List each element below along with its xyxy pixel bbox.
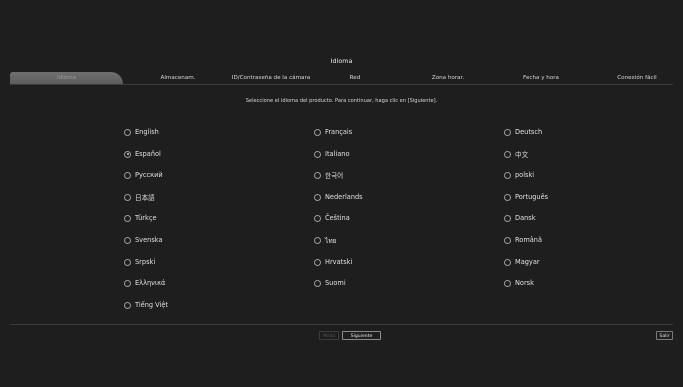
language-label: Čeština: [325, 214, 350, 222]
tab-divider: [10, 84, 673, 85]
page-title: Idioma: [330, 57, 353, 65]
tab-fecha-hora[interactable]: Fecha y hora: [508, 72, 574, 84]
language-label: ไทย: [325, 236, 337, 245]
language-label: 中文: [515, 151, 529, 159]
radio-icon[interactable]: [504, 279, 511, 287]
language-option[interactable]: Deutsch: [504, 127, 542, 137]
language-label: 日本語: [135, 194, 155, 202]
language-label: Magyar: [515, 258, 540, 266]
language-option[interactable]: Svenska: [124, 235, 163, 245]
language-label: Norsk: [515, 279, 534, 287]
language-option[interactable]: 中文: [504, 149, 528, 159]
language-option[interactable]: Dansk: [504, 213, 536, 223]
language-label: Español: [135, 150, 161, 158]
tab-almacenam[interactable]: Almacenam.: [134, 72, 222, 84]
language-option[interactable]: polski: [504, 170, 534, 180]
language-option[interactable]: Español: [124, 149, 161, 159]
language-label: Hrvatski: [325, 258, 353, 266]
tab-zona-horar[interactable]: Zona horar.: [418, 72, 478, 84]
radio-icon[interactable]: [504, 193, 511, 201]
radio-icon[interactable]: [314, 214, 321, 222]
radio-icon[interactable]: [124, 236, 131, 244]
language-label: 한국어: [325, 172, 344, 180]
radio-icon[interactable]: [504, 214, 511, 222]
language-label: Türkçe: [135, 214, 157, 222]
language-option[interactable]: Tiếng Việt: [124, 300, 168, 310]
radio-icon[interactable]: [314, 193, 321, 201]
language-option[interactable]: 한국어: [314, 170, 343, 180]
radio-icon[interactable]: [124, 301, 131, 309]
tab-camera-password[interactable]: ID/Contraseña de la cámara: [216, 72, 326, 84]
footer-divider: [10, 324, 673, 325]
language-option[interactable]: Türkçe: [124, 213, 157, 223]
radio-icon[interactable]: [314, 236, 321, 244]
language-option[interactable]: 日本語: [124, 192, 155, 202]
language-option[interactable]: Ελληνικά: [124, 278, 165, 288]
language-label: Tiếng Việt: [135, 301, 169, 309]
radio-icon[interactable]: [124, 279, 131, 287]
language-label: Français: [325, 128, 353, 136]
radio-icon[interactable]: [504, 128, 511, 136]
radio-icon[interactable]: [124, 193, 131, 201]
language-option[interactable]: English: [124, 127, 159, 137]
radio-icon[interactable]: [124, 258, 131, 266]
radio-icon[interactable]: [314, 150, 321, 158]
instruction-text: Seleccione el idioma del producto. Para …: [245, 98, 438, 104]
language-option[interactable]: Português: [504, 192, 548, 202]
language-label: English: [135, 128, 159, 136]
language-label: Deutsch: [515, 128, 543, 136]
tab-conexion-facil[interactable]: Conexión fácil: [604, 72, 670, 84]
radio-icon[interactable]: [124, 128, 131, 136]
language-label: Română: [515, 236, 543, 244]
language-option[interactable]: Italiano: [314, 149, 350, 159]
language-label: Srpski: [135, 258, 156, 266]
tab-red[interactable]: Red: [330, 72, 380, 84]
setup-tabs: Idioma Almacenam. ID/Contraseña de la cá…: [10, 72, 673, 84]
radio-icon[interactable]: [314, 279, 321, 287]
language-label: Русский: [135, 171, 163, 179]
prev-button[interactable]: Atrás: [319, 331, 339, 340]
language-label: Svenska: [135, 236, 163, 244]
language-option[interactable]: Română: [504, 235, 542, 245]
radio-icon[interactable]: [504, 236, 511, 244]
language-option[interactable]: Hrvatski: [314, 257, 352, 267]
language-label: Nederlands: [325, 193, 363, 201]
radio-icon[interactable]: [314, 171, 321, 179]
radio-icon[interactable]: [504, 150, 511, 158]
language-label: Suomi: [325, 279, 346, 287]
language-label: Dansk: [515, 214, 536, 222]
radio-icon[interactable]: [504, 171, 511, 179]
language-option[interactable]: Français: [314, 127, 352, 137]
language-option[interactable]: Suomi: [314, 278, 346, 288]
next-button[interactable]: Siguiente: [342, 331, 381, 340]
language-option[interactable]: Nederlands: [314, 192, 363, 202]
language-label: Português: [515, 193, 549, 201]
radio-icon[interactable]: [124, 150, 131, 158]
language-option[interactable]: Norsk: [504, 278, 534, 288]
tab-idioma[interactable]: Idioma: [10, 72, 123, 84]
language-label: Ελληνικά: [135, 279, 166, 287]
language-option[interactable]: Srpski: [124, 257, 155, 267]
exit-button[interactable]: Salir: [656, 331, 673, 340]
language-option[interactable]: ไทย: [314, 235, 337, 245]
radio-icon[interactable]: [504, 258, 511, 266]
language-option[interactable]: Русский: [124, 170, 163, 180]
radio-icon[interactable]: [314, 128, 321, 136]
radio-icon[interactable]: [124, 171, 131, 179]
language-option[interactable]: Magyar: [504, 257, 540, 267]
radio-icon[interactable]: [124, 214, 131, 222]
language-label: Italiano: [325, 150, 350, 158]
radio-icon[interactable]: [314, 258, 321, 266]
language-option[interactable]: Čeština: [314, 213, 350, 223]
language-label: polski: [515, 171, 535, 179]
